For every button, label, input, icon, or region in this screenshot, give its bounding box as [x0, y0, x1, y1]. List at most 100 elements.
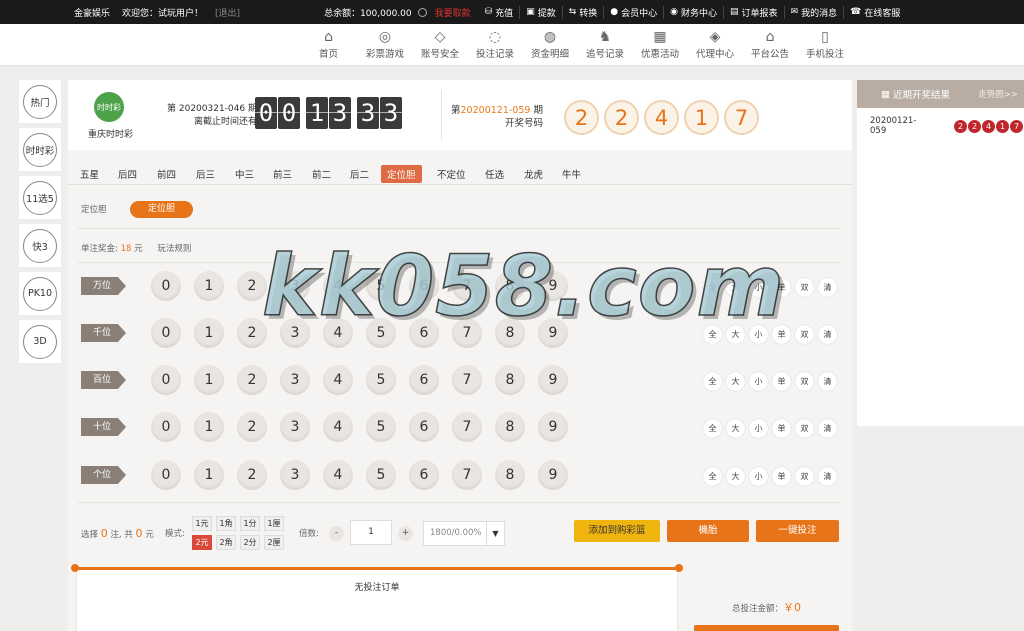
unit-1li[interactable]: 1厘: [264, 516, 284, 531]
top-link-report[interactable]: ▤ 订单报表: [723, 5, 784, 19]
nav-mobile[interactable]: ▯ 手机投注: [806, 28, 844, 60]
nav-promo[interactable]: ▦ 优惠活动: [641, 28, 679, 60]
digit-ball[interactable]: 4: [323, 412, 353, 442]
digit-ball[interactable]: 6: [409, 460, 439, 490]
digit-ball[interactable]: 6: [409, 271, 439, 301]
nav-lottery[interactable]: ◎ 彩票游戏: [366, 28, 404, 60]
quick-select-button[interactable]: 单: [772, 277, 791, 297]
nav-security[interactable]: ◇ 账号安全: [421, 28, 459, 60]
digit-ball[interactable]: 4: [323, 365, 353, 395]
quick-select-button[interactable]: 全: [703, 324, 722, 344]
subtype-button[interactable]: 定位胆: [130, 201, 193, 218]
digit-ball[interactable]: 0: [151, 365, 181, 395]
category-ssc[interactable]: 时时彩: [19, 128, 61, 172]
tab-play[interactable]: 牛牛: [556, 165, 587, 183]
multiplier-input[interactable]: 1: [350, 520, 392, 545]
quick-select-button[interactable]: 小: [749, 418, 768, 438]
digit-ball[interactable]: 7: [452, 318, 482, 348]
quick-select-button[interactable]: 单: [772, 324, 791, 344]
digit-ball[interactable]: 2: [237, 412, 267, 442]
unit-1fen[interactable]: 1分: [240, 516, 260, 531]
quick-select-button[interactable]: 大: [726, 371, 745, 391]
digit-ball[interactable]: 1: [194, 365, 224, 395]
quick-select-button[interactable]: 全: [703, 277, 722, 297]
tab-play[interactable]: 中三: [229, 165, 260, 183]
nav-home[interactable]: ⌂ 首页: [319, 28, 338, 60]
confirm-bet-button[interactable]: [694, 625, 839, 631]
nav-announce[interactable]: ⌂ 平台公告: [751, 28, 789, 60]
nav-agent[interactable]: ◈ 代理中心: [696, 28, 734, 60]
multiplier-plus-button[interactable]: +: [398, 526, 413, 541]
quick-select-button[interactable]: 清: [818, 466, 837, 486]
quick-select-button[interactable]: 清: [818, 324, 837, 344]
digit-ball[interactable]: 5: [366, 412, 396, 442]
digit-ball[interactable]: 9: [538, 412, 568, 442]
unit-2li[interactable]: 2厘: [264, 535, 284, 550]
quick-select-button[interactable]: 全: [703, 371, 722, 391]
quick-select-button[interactable]: 小: [749, 371, 768, 391]
quick-select-button[interactable]: 大: [726, 418, 745, 438]
digit-ball[interactable]: 7: [452, 412, 482, 442]
digit-ball[interactable]: 7: [452, 365, 482, 395]
digit-ball[interactable]: 8: [495, 365, 525, 395]
category-3d[interactable]: 3D: [19, 320, 61, 364]
multiplier-minus-button[interactable]: -: [329, 526, 344, 541]
nav-funds[interactable]: ◍ 资金明细: [531, 28, 569, 60]
quick-select-button[interactable]: 双: [795, 324, 814, 344]
digit-ball[interactable]: 2: [237, 365, 267, 395]
unit-2fen[interactable]: 2分: [240, 535, 260, 550]
digit-ball[interactable]: 9: [538, 365, 568, 395]
tab-play[interactable]: 五星: [74, 165, 105, 183]
digit-ball[interactable]: 2: [237, 271, 267, 301]
quick-select-button[interactable]: 双: [795, 418, 814, 438]
digit-ball[interactable]: 3: [280, 318, 310, 348]
digit-ball[interactable]: 5: [366, 271, 396, 301]
digit-ball[interactable]: 2: [237, 318, 267, 348]
digit-ball[interactable]: 1: [194, 318, 224, 348]
quick-select-button[interactable]: 单: [772, 466, 791, 486]
digit-ball[interactable]: 9: [538, 271, 568, 301]
quick-select-button[interactable]: 双: [795, 371, 814, 391]
digit-ball[interactable]: 7: [452, 271, 482, 301]
digit-ball[interactable]: 5: [366, 318, 396, 348]
quick-select-button[interactable]: 大: [726, 466, 745, 486]
digit-ball[interactable]: 1: [194, 271, 224, 301]
top-link-support[interactable]: ☎ 在线客服: [843, 5, 906, 19]
quick-select-button[interactable]: 清: [818, 418, 837, 438]
quick-select-button[interactable]: 全: [703, 466, 722, 486]
category-k3[interactable]: 快3: [19, 224, 61, 268]
digit-ball[interactable]: 9: [538, 460, 568, 490]
nav-chase[interactable]: ♞ 追号记录: [586, 28, 624, 60]
digit-ball[interactable]: 0: [151, 412, 181, 442]
digit-ball[interactable]: 0: [151, 318, 181, 348]
digit-ball[interactable]: 5: [366, 365, 396, 395]
digit-ball[interactable]: 0: [151, 271, 181, 301]
top-link-finance[interactable]: ◉ 财务中心: [663, 5, 723, 19]
quick-select-button[interactable]: 单: [772, 418, 791, 438]
unit-1jiao[interactable]: 1角: [216, 516, 236, 531]
digit-ball[interactable]: 8: [495, 318, 525, 348]
top-link-withdraw[interactable]: ▣ 提款: [519, 5, 562, 19]
digit-ball[interactable]: 6: [409, 412, 439, 442]
digit-ball[interactable]: 5: [366, 460, 396, 490]
trend-chart-link[interactable]: 走势图>>: [978, 88, 1018, 100]
quick-select-button[interactable]: 清: [818, 277, 837, 297]
digit-ball[interactable]: 4: [323, 271, 353, 301]
top-link-messages[interactable]: ✉ 我的消息: [783, 5, 844, 19]
unit-2jiao[interactable]: 2角: [216, 535, 236, 550]
digit-ball[interactable]: 6: [409, 365, 439, 395]
tab-play[interactable]: 前二: [306, 165, 337, 183]
rebate-select[interactable]: 1800/0.00% ▼: [423, 521, 505, 546]
category-11x5[interactable]: 11选5: [19, 176, 61, 220]
quick-select-button[interactable]: 双: [795, 466, 814, 486]
category-hot[interactable]: 热门: [19, 80, 61, 124]
top-link-recharge[interactable]: ⛁ 充值: [479, 6, 520, 19]
digit-ball[interactable]: 4: [323, 460, 353, 490]
digit-ball[interactable]: 3: [280, 271, 310, 301]
tab-play[interactable]: 龙虎: [518, 165, 549, 183]
digit-ball[interactable]: 8: [495, 412, 525, 442]
digit-ball[interactable]: 7: [452, 460, 482, 490]
digit-ball[interactable]: 3: [280, 412, 310, 442]
digit-ball[interactable]: 3: [280, 365, 310, 395]
category-pk10[interactable]: PK10: [19, 272, 61, 316]
